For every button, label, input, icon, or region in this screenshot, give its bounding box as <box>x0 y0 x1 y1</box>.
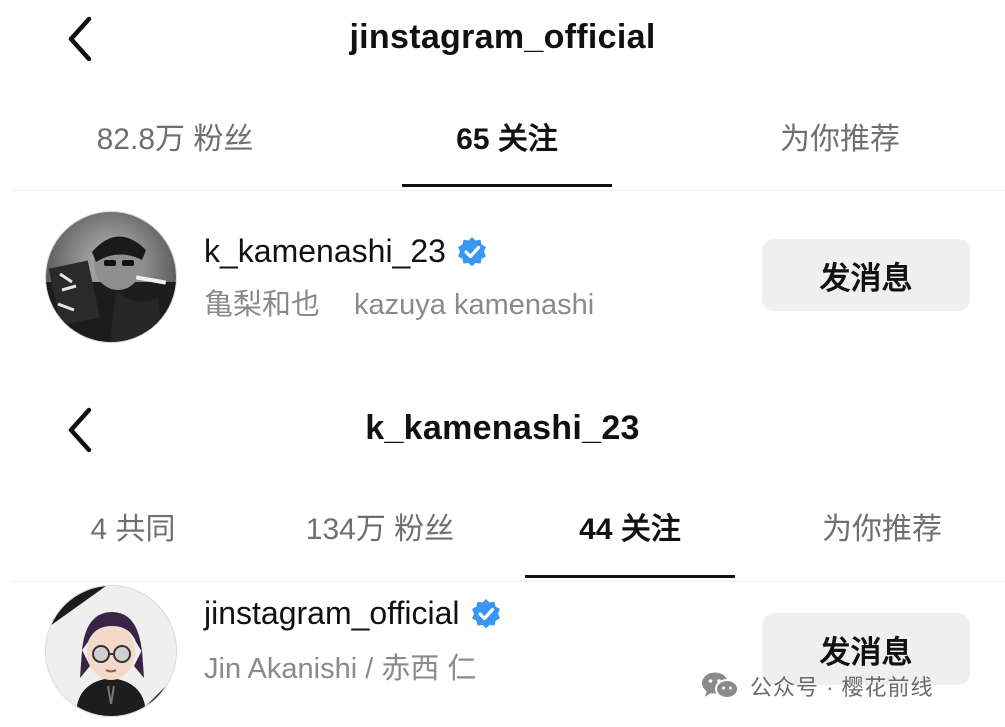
tab-following[interactable]: 65 关注 <box>402 110 612 170</box>
page-title: jinstagram_official <box>349 18 656 56</box>
username-link[interactable]: k_kamenashi_23 <box>204 233 488 270</box>
tab-divider <box>10 581 1005 582</box>
full-name: Jin Akanishi / 赤西 仁 <box>204 653 477 685</box>
tab-following[interactable]: 44 关注 <box>525 500 735 560</box>
avatar-image <box>46 586 176 716</box>
full-name-jp: 亀梨和也 <box>204 289 321 321</box>
verified-badge-icon <box>456 236 488 268</box>
verified-badge-icon <box>470 598 502 630</box>
active-tab-indicator <box>525 575 735 578</box>
tab-mutual[interactable]: 4 共同 <box>78 500 188 560</box>
full-name: 亀梨和也 kazuya kamenashi <box>204 281 594 323</box>
page-title: k_kamenashi_23 <box>365 409 640 447</box>
avatar[interactable] <box>45 211 177 343</box>
message-button[interactable]: 发消息 <box>762 239 970 311</box>
list-item: k_kamenashi_23 亀梨和也 kazuya kamenashi 发消息 <box>0 205 1005 345</box>
full-name-en: kazuya kamenashi <box>354 289 595 321</box>
tab-bar: 4 共同 134万 粉丝 44 关注 为你推荐 <box>0 500 1005 560</box>
username-text: jinstagram_official <box>204 595 460 631</box>
active-tab-indicator <box>402 184 612 187</box>
tab-followers[interactable]: 82.8万 粉丝 <box>80 110 270 170</box>
tab-followers[interactable]: 134万 粉丝 <box>290 500 470 560</box>
tab-suggested[interactable]: 为你推荐 <box>797 500 967 560</box>
username-link[interactable]: jinstagram_official <box>204 595 502 632</box>
watermark: 公众号 · 樱花前线 <box>700 664 934 708</box>
following-panel-jinstagram: jinstagram_official 82.8万 粉丝 65 关注 为你推荐 <box>0 0 1005 360</box>
tab-divider <box>10 190 1005 191</box>
watermark-text: 公众号 · 樱花前线 <box>750 675 934 700</box>
username-text: k_kamenashi_23 <box>204 233 446 269</box>
tab-suggested[interactable]: 为你推荐 <box>755 110 925 170</box>
wechat-icon <box>700 670 740 702</box>
avatar[interactable] <box>45 585 177 717</box>
tab-bar: 82.8万 粉丝 65 关注 为你推荐 <box>0 110 1005 170</box>
avatar-image <box>46 212 176 342</box>
